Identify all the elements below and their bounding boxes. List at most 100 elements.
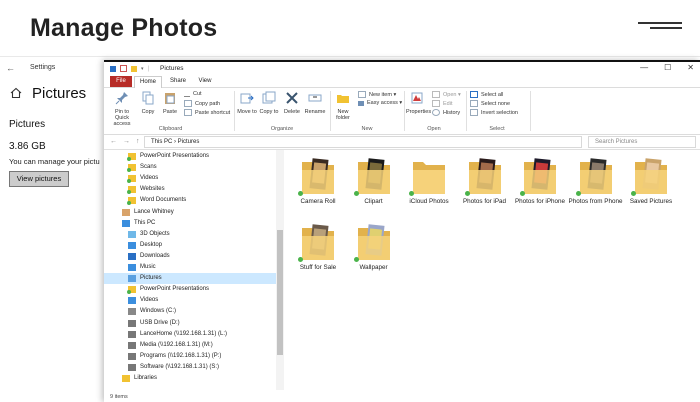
nav-item[interactable]: This PC: [104, 218, 276, 229]
navigation-pane: PowerPoint Presentations Scans Videos Websi…: [104, 150, 277, 390]
nav-item[interactable]: PowerPoint Presentations: [104, 151, 276, 162]
properties-qa-icon[interactable]: [120, 65, 127, 72]
folder-tile[interactable]: Clipart: [346, 156, 402, 206]
folder-tile[interactable]: Photos from Phone: [568, 156, 624, 206]
view-pictures-button[interactable]: View pictures: [9, 171, 69, 187]
folder-tile[interactable]: Camera Roll: [290, 156, 346, 206]
history-button[interactable]: History: [432, 109, 460, 116]
tab-share[interactable]: Share: [166, 76, 190, 87]
home-icon: [10, 87, 22, 99]
minimize-icon[interactable]: —: [640, 63, 648, 72]
edit-button[interactable]: Edit: [432, 100, 452, 107]
copy-to-label: Copy to: [259, 109, 279, 115]
nav-item[interactable]: Media (\\192.168.1.31) (M:): [104, 340, 276, 351]
folder-icon: [353, 156, 394, 196]
cut-button[interactable]: Cut: [184, 91, 202, 97]
settings-window-title: Settings: [30, 64, 56, 71]
copy-to-button[interactable]: Copy to: [259, 91, 279, 115]
settings-header: Pictures: [32, 85, 87, 102]
nav-item-label: 3D Objects: [140, 230, 170, 237]
quick-access-toolbar: ▾ |: [110, 65, 149, 72]
back-icon[interactable]: ←: [110, 138, 117, 145]
title-bar: ▾ | Pictures — ☐ ✕: [104, 62, 700, 76]
select-none-button[interactable]: Select none: [470, 100, 510, 107]
new-item-icon: [358, 91, 366, 98]
paste-shortcut-button[interactable]: Paste shortcut: [184, 109, 230, 116]
navigation-scrollbar[interactable]: [276, 150, 284, 390]
nav-item[interactable]: Lance Whitney: [104, 207, 276, 218]
nav-item[interactable]: Scans: [104, 162, 276, 173]
invert-selection-label: Invert selection: [481, 109, 518, 116]
pc-icon: [122, 219, 130, 227]
easy-access-button[interactable]: Easy access ▾: [358, 100, 402, 106]
close-icon[interactable]: ✕: [687, 63, 694, 72]
pin-to-quick-access-button[interactable]: Pin to Quick access: [108, 91, 136, 127]
sync-status-icon: [520, 191, 525, 196]
folder-tile[interactable]: Saved Pictures: [623, 156, 679, 206]
sync-status-icon: [631, 191, 636, 196]
paste-shortcut-label: Paste shortcut: [195, 109, 231, 116]
nav-item[interactable]: Windows (C:): [104, 306, 276, 317]
copy-button[interactable]: Copy: [139, 91, 157, 115]
tab-view[interactable]: View: [196, 76, 214, 87]
open-button[interactable]: Open ▾: [432, 91, 461, 98]
folder-tile[interactable]: Photos for iPad: [457, 156, 513, 206]
nav-item[interactable]: Word Documents: [104, 195, 276, 206]
folder-icon: [353, 222, 394, 262]
copy-path-button[interactable]: Copy path: [184, 100, 220, 107]
scrollbar-thumb[interactable]: [277, 230, 283, 355]
sync-status-icon: [464, 191, 470, 196]
nav-item[interactable]: Downloads: [104, 251, 276, 262]
nav-item[interactable]: LanceHome (\\192.168.1.31) (L:): [104, 329, 276, 340]
nav-item[interactable]: Websites: [104, 184, 276, 195]
window-title: Pictures: [160, 65, 184, 72]
nav-item[interactable]: Videos: [104, 295, 276, 306]
back-arrow-icon[interactable]: ←: [6, 63, 15, 73]
folder-tile[interactable]: iCloud Photos: [401, 156, 457, 206]
nav-item[interactable]: Videos: [104, 173, 276, 184]
new-item-button[interactable]: New item ▾: [358, 91, 396, 98]
nav-item[interactable]: Libraries: [104, 373, 276, 384]
select-all-button[interactable]: Select all: [470, 91, 503, 98]
nav-item[interactable]: 3D Objects: [104, 229, 276, 240]
maximize-icon[interactable]: ☐: [664, 63, 671, 72]
new-folder-qa-icon[interactable]: [131, 65, 137, 72]
address-bar[interactable]: This PC › Pictures: [144, 136, 582, 148]
search-input[interactable]: Search Pictures: [588, 136, 696, 148]
rename-button[interactable]: Rename: [304, 91, 326, 115]
folder-tile[interactable]: Wallpaper: [346, 222, 402, 272]
folder-icon: [464, 156, 505, 196]
nav-item[interactable]: Pictures: [104, 273, 276, 285]
ribbon-separator: [404, 91, 405, 131]
up-icon[interactable]: ↑: [136, 138, 140, 145]
forward-icon[interactable]: →: [123, 138, 130, 145]
folder-tile[interactable]: Photos for iPhone: [512, 156, 568, 206]
tab-home[interactable]: Home: [134, 76, 162, 88]
nav-item[interactable]: Music: [104, 262, 276, 273]
nav-item-label: PowerPoint Presentations: [140, 153, 210, 159]
new-folder-button[interactable]: New folder: [332, 91, 354, 121]
ribbon: Pin to Quick access Copy Paste Cut Copy …: [104, 88, 700, 135]
nav-item[interactable]: Programs (\\192.168.1.31) (P:): [104, 351, 276, 362]
libraries-icon: [122, 375, 130, 382]
paste-shortcut-icon: [184, 109, 192, 116]
title-separator: |: [147, 65, 150, 72]
folder-label: Photos for iPad: [462, 198, 507, 205]
nav-item[interactable]: USB Drive (D:): [104, 318, 276, 329]
properties-button[interactable]: Properties: [406, 91, 431, 115]
open-label: Open ▾: [443, 91, 461, 98]
nav-item[interactable]: Desktop: [104, 240, 276, 251]
folder-icon: [127, 186, 136, 195]
move-to-button[interactable]: Move to: [237, 91, 257, 115]
tab-file[interactable]: File: [110, 76, 132, 87]
delete-button[interactable]: Delete: [282, 91, 302, 115]
nav-buttons: ← → ↑: [110, 138, 140, 145]
paste-button[interactable]: Paste: [160, 91, 180, 115]
folder-tile[interactable]: Stuff for Sale: [290, 222, 346, 272]
nav-item[interactable]: Software (\\192.168.1.31) (S:): [104, 362, 276, 373]
invert-selection-icon: [470, 109, 478, 116]
nav-item[interactable]: PowerPoint Presentations: [104, 284, 276, 295]
invert-selection-button[interactable]: Invert selection: [470, 109, 518, 116]
usb-drive-icon: [128, 319, 136, 327]
customize-qa-icon[interactable]: ▾: [141, 66, 144, 72]
